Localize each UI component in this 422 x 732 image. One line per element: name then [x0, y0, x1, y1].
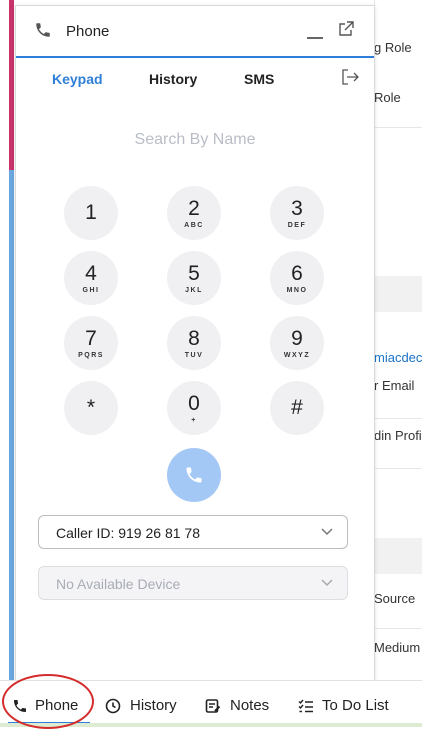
chevron-down-icon: [321, 579, 333, 587]
dial-key-digit: 5: [188, 262, 200, 285]
dial-key-letters: PQRS: [78, 352, 104, 359]
dial-key-digit: 6: [291, 262, 303, 285]
dial-key[interactable]: 4 GHI: [64, 251, 118, 305]
call-icon: [186, 467, 202, 483]
phone-widget: Phone Keypad History SMS Search By Name …: [15, 5, 375, 682]
dial-key-digit: 1: [85, 201, 97, 224]
background-field-label: r Email: [374, 378, 415, 393]
clock-icon: [105, 698, 121, 714]
annotation-highlight-circle: [2, 674, 94, 729]
call-button[interactable]: [167, 448, 221, 502]
record-color-stripe-bottom: [9, 170, 14, 680]
dial-key[interactable]: 1: [64, 186, 118, 240]
device-select: No Available Device: [38, 566, 348, 600]
bottom-tab-todo-label: To Do List: [322, 697, 389, 714]
background-divider: [374, 127, 422, 128]
dial-key-digit: 3: [291, 197, 303, 220]
dial-key-letters: WXYZ: [283, 352, 311, 359]
dial-key-letters: TUV: [184, 352, 204, 359]
background-field-label: Source: [374, 591, 416, 606]
phone-icon: [36, 23, 50, 37]
dial-key-digit: *: [86, 396, 96, 419]
caller-id-value: Caller ID: 919 26 81 78: [56, 525, 200, 541]
phone-tabs: Keypad History SMS: [16, 58, 374, 102]
background-field-label[interactable]: miacdec: [374, 350, 422, 365]
background-field-label: din Profi: [374, 428, 422, 443]
background-section-band: [374, 276, 422, 312]
minimize-button[interactable]: [307, 37, 323, 39]
dial-key-digit: 7: [85, 327, 97, 350]
notes-icon: [205, 699, 221, 713]
popout-icon[interactable]: [338, 21, 354, 37]
dial-key-digit: 0: [188, 392, 200, 415]
phone-title: Phone: [66, 23, 110, 40]
chevron-down-icon: [321, 528, 333, 536]
dial-key-letters: ABC: [184, 222, 204, 229]
device-value: No Available Device: [56, 576, 181, 592]
dial-key[interactable]: 9 WXYZ: [270, 316, 324, 370]
background-field-label: Role: [374, 90, 401, 105]
bottom-tab-history-label: History: [130, 697, 177, 714]
dial-key-digit: 4: [85, 262, 97, 285]
dial-key-letters: GHI: [82, 287, 100, 294]
background-field-label: Medium: [374, 640, 421, 655]
checklist-icon: [298, 699, 313, 713]
dial-key-letters: MNO: [286, 287, 308, 294]
dial-key-digit: 9: [291, 327, 303, 350]
dial-key[interactable]: 6 MNO: [270, 251, 324, 305]
phone-titlebar: Phone: [16, 6, 374, 58]
background-section-band: [374, 538, 422, 574]
dial-key-digit: 2: [188, 197, 200, 220]
tab-keypad[interactable]: Keypad: [52, 71, 103, 87]
dial-key[interactable]: #: [270, 381, 324, 435]
background-divider: [374, 628, 422, 629]
dial-key[interactable]: 8 TUV: [167, 316, 221, 370]
background-divider: [374, 468, 422, 469]
dial-key[interactable]: 2 ABC: [167, 186, 221, 240]
search-input[interactable]: Search By Name: [16, 131, 374, 149]
tab-sms[interactable]: SMS: [244, 71, 274, 87]
dial-key[interactable]: 0 +: [167, 381, 221, 435]
dial-key-letters: +: [191, 417, 197, 424]
logout-icon[interactable]: [341, 68, 359, 86]
record-color-stripe-top: [9, 0, 14, 170]
dial-key[interactable]: 7 PQRS: [64, 316, 118, 370]
dial-key-digit: 8: [188, 327, 200, 350]
bottom-tab-notes-label: Notes: [230, 697, 270, 714]
tab-history[interactable]: History: [149, 71, 197, 87]
dial-key-letters: JKL: [185, 287, 203, 294]
background-divider: [374, 418, 422, 419]
caller-id-select[interactable]: Caller ID: 919 26 81 78: [38, 515, 348, 549]
dial-key[interactable]: 5 JKL: [167, 251, 221, 305]
background-field-label: g Role: [374, 40, 412, 55]
dial-key-digit: #: [291, 396, 303, 419]
dial-key-letters: DEF: [287, 222, 307, 229]
dial-key[interactable]: 3 DEF: [270, 186, 324, 240]
dial-key[interactable]: *: [64, 381, 118, 435]
